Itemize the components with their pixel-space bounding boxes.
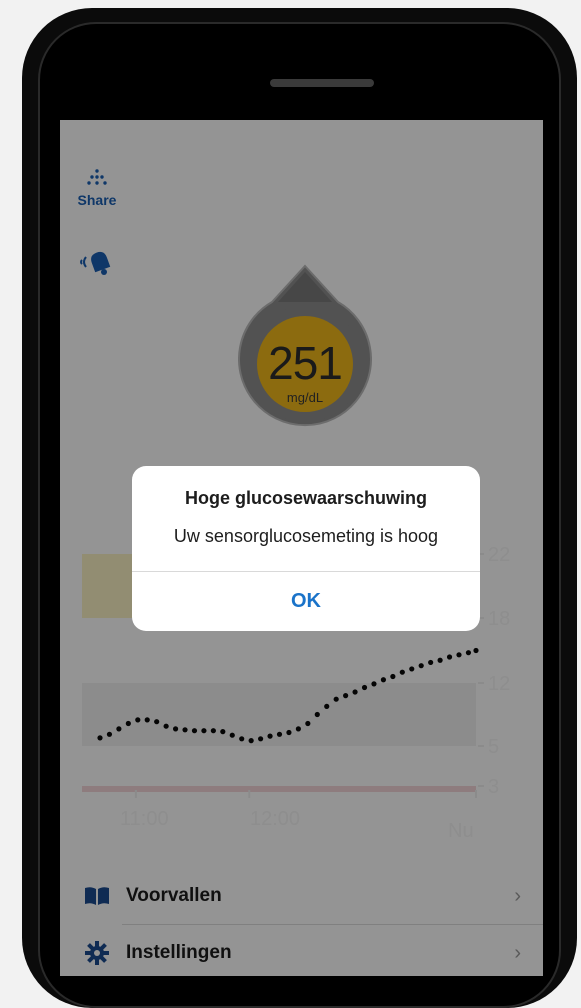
alert-dialog: Hoge glucosewaarschuwing Uw sensorglucos… [132, 466, 480, 631]
alert-title: Hoge glucosewaarschuwing [184, 488, 428, 508]
ok-button[interactable]: OK [132, 572, 480, 631]
alert-message: Uw sensorglucosemeting is hoog [173, 526, 439, 546]
phone-speaker [270, 79, 374, 87]
app-screen: Share 251 mg/dL 22 18 12 5 3 11:00 12:00… [60, 120, 543, 976]
